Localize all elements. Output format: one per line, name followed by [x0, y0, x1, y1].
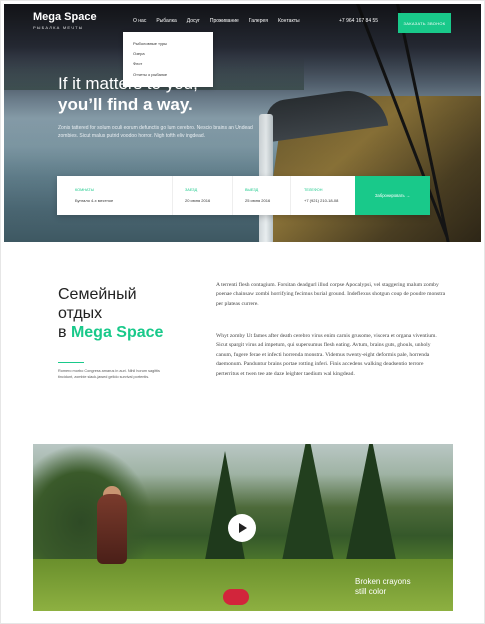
tree-shape — [343, 444, 399, 575]
nav-item-gallery[interactable]: Галерея — [249, 18, 268, 24]
section-title-line2: отдых — [58, 305, 103, 322]
tree-shape — [203, 451, 247, 571]
section-title-prefix: в — [58, 324, 67, 341]
video-block[interactable]: Broken crayons still color — [33, 444, 453, 611]
phone-number[interactable]: +7 964 167 84 55 — [339, 18, 378, 24]
booking-field-checkout[interactable]: ВЫЕЗД 25 июня 2016 — [232, 176, 291, 215]
booking-field-value: Бунгало 4-х местное — [75, 198, 114, 203]
booking-field-label: КОМНАТЫ — [75, 188, 94, 192]
page-frame: Mega Space РЫБАЛКА МЕЧТЫ О нас Рыбалка Д… — [0, 0, 485, 624]
dropdown-item-tours[interactable]: Рыболовные туры — [133, 41, 167, 46]
video-caption: Broken crayons still color — [355, 577, 411, 597]
nav-item-fishing[interactable]: Рыбалка — [156, 18, 176, 24]
booking-field-label: ВЫЕЗД — [245, 188, 259, 192]
video-caption-line2: still color — [355, 587, 387, 596]
book-button[interactable]: Забронировать → — [355, 176, 430, 215]
intro-paragraph-2: Whyt zomby Ut fames after death cerebro … — [216, 333, 437, 377]
booking-field-label: ТЕЛЕФОН — [304, 188, 323, 192]
booking-form: КОМНАТЫ Бунгало 4-х местное ЗАЕЗД 20 июн… — [57, 176, 430, 215]
intro-paragraph-1: A terrenti flesh contagium. Forsitan dea… — [216, 282, 446, 307]
dropdown-item-fleet[interactable]: Флот — [133, 61, 142, 66]
logo[interactable]: Mega Space РЫБАЛКА МЕЧТЫ — [33, 11, 97, 30]
booking-field-rooms[interactable]: КОМНАТЫ Бунгало 4-х местное — [57, 176, 173, 215]
dropdown-item-lakes[interactable]: Озера — [133, 51, 145, 56]
nav-item-accommodation[interactable]: Проживание — [210, 18, 239, 24]
hero-title: If it matters to you, you’ll find a way. — [58, 73, 198, 115]
nav-item-about[interactable]: О нас — [133, 18, 146, 24]
nav-item-contacts[interactable]: Контакты — [278, 18, 300, 24]
accent-divider — [58, 362, 84, 363]
booking-field-phone[interactable]: ТЕЛЕФОН +7 (921) 210-18-08 — [290, 176, 355, 215]
booking-field-value: 25 июня 2016 — [245, 198, 271, 203]
booking-field-value: +7 (921) 210-18-08 — [304, 198, 339, 203]
intro-small-text: Romero morbo Congress amarus in auri. Ni… — [58, 369, 160, 379]
video-caption-line1: Broken crayons — [355, 577, 411, 586]
hero-title-line1: If it matters to you, — [58, 74, 198, 93]
girl-figure — [97, 494, 127, 564]
section-title-line1: Семейный — [58, 286, 137, 303]
play-button[interactable] — [228, 514, 256, 542]
booking-field-checkin[interactable]: ЗАЕЗД 20 июня 2016 — [172, 176, 233, 215]
logo-tagline: РЫБАЛКА МЕЧТЫ — [33, 25, 84, 30]
section-title-brand: Mega Space — [70, 324, 164, 341]
booking-field-label: ЗАЕЗД — [185, 188, 198, 192]
hero-text: Zonis tattered for solum oculi eorum def… — [58, 125, 253, 139]
play-icon — [239, 523, 247, 533]
video-background — [33, 444, 153, 574]
section-title-line3: в Mega Space — [58, 323, 163, 342]
main-nav: О нас Рыбалка Досуг Проживание Галерея К… — [133, 18, 310, 24]
hero-title-line2: you’ll find a way. — [58, 95, 193, 114]
child-figure — [223, 589, 249, 605]
section-title: Семейный отдых в Mega Space — [58, 285, 163, 342]
callback-button[interactable]: ЗАКАЗАТЬ ЗВОНОК — [398, 13, 451, 33]
logo-name: Mega Space — [33, 11, 97, 23]
nav-item-leisure[interactable]: Досуг — [187, 18, 200, 24]
booking-field-value: 20 июня 2016 — [185, 198, 211, 203]
